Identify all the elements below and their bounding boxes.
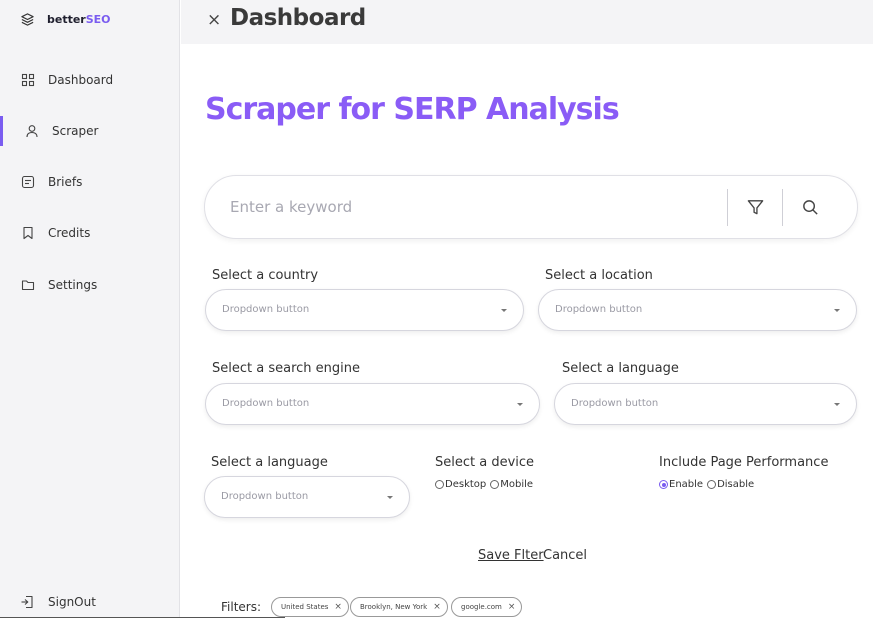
grid-icon xyxy=(20,73,35,88)
caret-down-icon xyxy=(834,403,840,406)
country-dropdown[interactable]: Dropdown button xyxy=(205,289,524,331)
brand-name: betterSEO xyxy=(47,13,111,26)
close-icon[interactable]: × xyxy=(207,10,221,30)
top-header: × Dashboard xyxy=(181,0,873,44)
user-icon xyxy=(24,124,39,139)
divider xyxy=(782,189,783,226)
close-icon[interactable]: × xyxy=(508,602,516,612)
sidebar-item-label: Settings xyxy=(48,278,98,292)
performance-label: Include Page Performance xyxy=(659,455,829,470)
save-filter-button[interactable]: Save Flter xyxy=(478,548,544,563)
sidebar-item-label: Scraper xyxy=(52,124,99,138)
sidebar-item-label: Dashboard xyxy=(48,73,114,87)
performance-option-disable[interactable]: Disable xyxy=(707,479,754,490)
layers-icon xyxy=(21,13,34,26)
dropdown-value: Dropdown button xyxy=(222,398,310,409)
bookmark-icon xyxy=(20,226,35,241)
radio-button[interactable] xyxy=(659,480,668,489)
sidebar-item-briefs[interactable]: Briefs xyxy=(0,167,179,197)
performance-radio-group: Enable Disable xyxy=(659,479,758,490)
filter-chip: United States × xyxy=(271,597,349,617)
caret-down-icon xyxy=(501,309,507,312)
filter-chip: google.com × xyxy=(451,597,523,617)
sidebar: betterSEO Dashboard Scraper Briefs Credi… xyxy=(0,0,180,618)
device-radio-group: Desktop Mobile xyxy=(435,479,537,490)
sidebar-item-scraper[interactable]: Scraper xyxy=(0,116,179,146)
chip-label: google.com xyxy=(461,603,502,611)
dropdown-value: Dropdown button xyxy=(571,398,659,409)
close-icon[interactable]: × xyxy=(334,602,342,612)
close-icon[interactable]: × xyxy=(433,602,441,612)
folder-icon xyxy=(20,278,35,293)
keyword-input[interactable] xyxy=(230,196,700,218)
device-option-desktop[interactable]: Desktop xyxy=(435,479,486,490)
caret-down-icon xyxy=(834,309,840,312)
brand-logo[interactable]: betterSEO xyxy=(20,12,111,27)
language-label-secondary: Select a language xyxy=(211,455,328,470)
cancel-button[interactable]: Cancel xyxy=(543,548,587,563)
sidebar-item-dashboard[interactable]: Dashboard xyxy=(0,65,179,95)
search-icon[interactable] xyxy=(799,196,821,218)
filters-label: Filters: xyxy=(221,600,262,614)
language-dropdown-secondary[interactable]: Dropdown button xyxy=(204,476,410,518)
search-engine-dropdown[interactable]: Dropdown button xyxy=(205,383,540,425)
location-label: Select a location xyxy=(545,268,653,283)
search-engine-label: Select a search engine xyxy=(212,361,360,376)
document-icon xyxy=(20,175,35,190)
device-label: Select a device xyxy=(435,455,535,470)
signout-label: SignOut xyxy=(48,595,96,609)
sidebar-item-settings[interactable]: Settings xyxy=(0,270,179,300)
language-dropdown[interactable]: Dropdown button xyxy=(554,383,857,425)
search-bar xyxy=(204,175,858,239)
divider xyxy=(727,189,728,226)
sidebar-item-label: Briefs xyxy=(48,175,83,189)
dropdown-value: Dropdown button xyxy=(221,491,309,502)
sidebar-item-label: Credits xyxy=(48,226,91,240)
dropdown-value: Dropdown button xyxy=(555,304,643,315)
filter-icon[interactable] xyxy=(744,196,766,218)
sidebar-item-credits[interactable]: Credits xyxy=(0,218,179,248)
radio-button[interactable] xyxy=(435,480,444,489)
signout-button[interactable]: SignOut xyxy=(0,590,179,614)
header-title: Dashboard xyxy=(230,5,366,31)
page-title: Scraper for SERP Analysis xyxy=(205,92,620,127)
country-label: Select a country xyxy=(212,268,319,283)
app-root: betterSEO Dashboard Scraper Briefs Credi… xyxy=(0,0,873,618)
device-option-mobile[interactable]: Mobile xyxy=(490,479,533,490)
caret-down-icon xyxy=(387,496,393,499)
caret-down-icon xyxy=(517,403,523,406)
radio-button[interactable] xyxy=(707,480,717,489)
language-label: Select a language xyxy=(562,361,679,376)
sign-out-icon xyxy=(20,595,35,610)
dropdown-value: Dropdown button xyxy=(222,304,310,315)
performance-option-enable[interactable]: Enable xyxy=(659,479,703,490)
location-dropdown[interactable]: Dropdown button xyxy=(538,289,857,331)
filter-chip: Brooklyn, New York × xyxy=(350,597,448,617)
chip-label: Brooklyn, New York xyxy=(360,603,428,611)
radio-button[interactable] xyxy=(490,480,500,489)
chip-label: United States xyxy=(281,603,329,611)
